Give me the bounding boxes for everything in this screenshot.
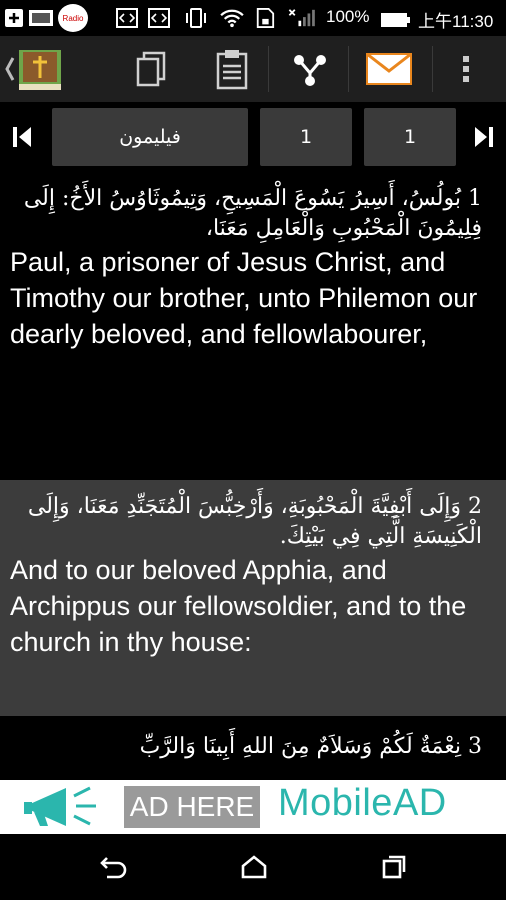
mail-icon: [366, 53, 412, 85]
chapter-selector[interactable]: 1: [260, 108, 352, 166]
verse-number: 1: [403, 126, 417, 148]
vibrate-icon: [186, 8, 206, 28]
overflow-menu-button[interactable]: [446, 36, 486, 102]
home-nav-icon: [241, 855, 267, 879]
home-up-button[interactable]: [0, 36, 72, 102]
share-icon: [294, 55, 326, 86]
screen-icon: [29, 10, 53, 26]
verse-english: And to our beloved Apphia, and Archippus…: [10, 555, 467, 657]
ad-placeholder-text: AD HERE: [124, 786, 260, 828]
signal-icon: [288, 9, 315, 27]
first-page-icon: [13, 127, 31, 147]
ad-brand-text: MobileAD: [278, 782, 447, 824]
overflow-menu-icon: [463, 56, 469, 82]
book-selector[interactable]: فيليمون: [52, 108, 248, 166]
last-button[interactable]: [466, 120, 502, 154]
back-chevron-icon: [5, 57, 15, 81]
recents-nav-icon: [382, 855, 406, 879]
verse-arabic: 3 نِعْمَةٌ لَكُمْ وَسَلاَمٌ مِنَ اللهِ أ…: [139, 734, 482, 759]
verse-row[interactable]: 3 نِعْمَةٌ لَكُمْ وَسَلاَمٌ مِنَ اللهِ أ…: [0, 718, 506, 780]
copy-icon: [136, 51, 166, 87]
code-icon: [116, 8, 138, 28]
megaphone-icon: [24, 786, 96, 826]
code-icon-2: [148, 8, 170, 28]
verse-arabic: 2 وَإِلَى أَبْفِيَّةَ الْمَحْبُوبَةِ، وَ…: [27, 494, 482, 549]
battery-icon: [381, 13, 410, 27]
recents-nav-button[interactable]: [374, 848, 414, 886]
ad-banner[interactable]: AD HERE MobileAD: [0, 780, 506, 834]
back-nav-icon: [100, 857, 127, 879]
home-nav-button[interactable]: [234, 848, 274, 886]
chapter-number: 1: [299, 126, 313, 148]
first-button[interactable]: [4, 120, 40, 154]
divider: [348, 46, 349, 92]
clipboard-icon: [216, 50, 248, 90]
last-page-icon: [475, 127, 493, 147]
email-button[interactable]: [358, 36, 420, 102]
action-bar: [0, 36, 506, 102]
divider: [432, 46, 433, 92]
verse-arabic: 1 بُولُسُ، أَسِيرُ يَسُوعَ الْمَسِيحِ، و…: [23, 186, 482, 241]
divider: [268, 46, 269, 92]
book-name: فيليمون: [119, 126, 181, 148]
back-nav-button[interactable]: [94, 848, 134, 886]
radio-app-icon: Radio: [58, 4, 88, 32]
add-icon: [5, 9, 23, 27]
navigation-row: فيليمون 1 1: [0, 102, 506, 170]
status-bar: Radio 100% 上午11:30: [0, 0, 506, 36]
bible-app-icon: [5, 50, 61, 90]
verse-english: Paul, a prisoner of Jesus Christ, and Ti…: [10, 247, 478, 349]
clock: 上午11:30: [418, 12, 494, 31]
verse-selector[interactable]: 1: [364, 108, 456, 166]
sd-card-icon: [256, 8, 275, 28]
share-button[interactable]: [284, 36, 336, 102]
verse-row[interactable]: 2 وَإِلَى أَبْفِيَّةَ الْمَحْبُوبَةِ، وَ…: [0, 480, 506, 716]
paste-button[interactable]: [206, 36, 258, 102]
verse-row[interactable]: 1 بُولُسُ، أَسِيرُ يَسُوعَ الْمَسِيحِ، و…: [0, 172, 506, 478]
wifi-icon: [220, 9, 244, 28]
system-navigation-bar: [0, 834, 506, 900]
copy-button[interactable]: [126, 36, 178, 102]
battery-percent: 100%: [326, 7, 370, 26]
